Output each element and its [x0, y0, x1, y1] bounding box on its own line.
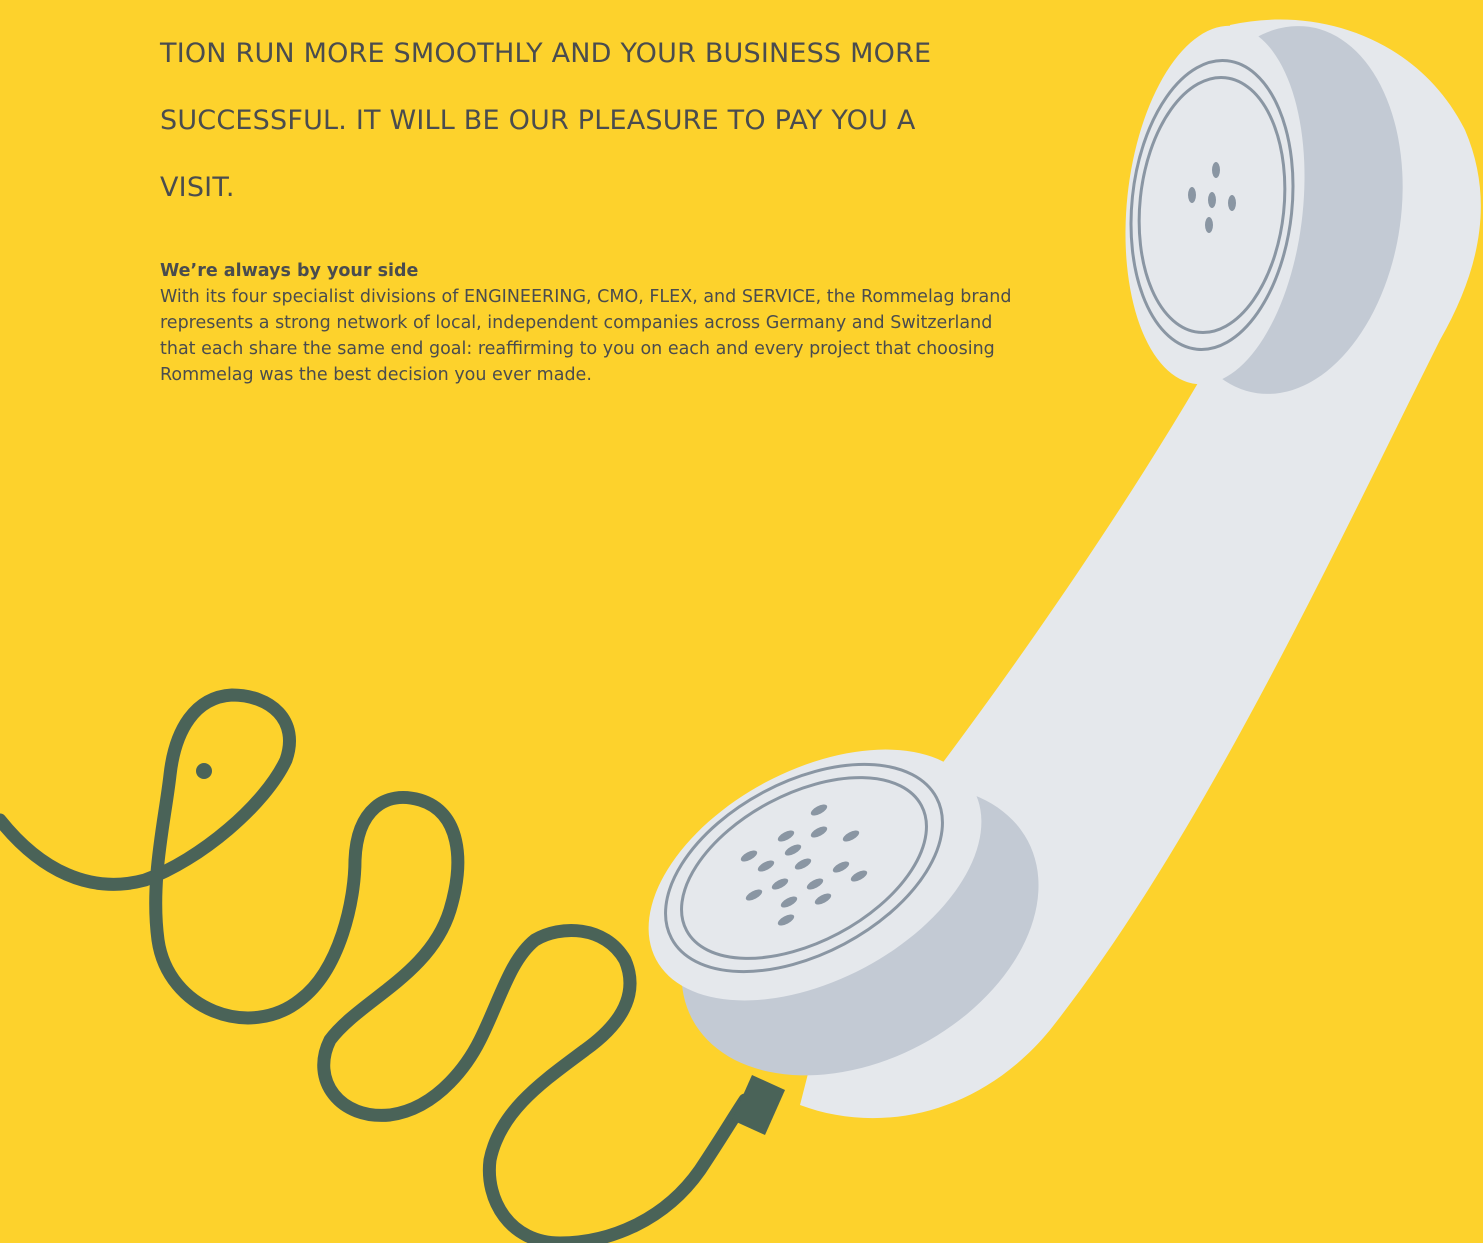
text-block: We’re always by your side With its four … — [160, 258, 1030, 388]
headline-line: VISIT. — [160, 172, 235, 203]
section-subheading: We’re always by your side — [160, 261, 419, 281]
cord-coil — [0, 688, 752, 1243]
page: TION RUN MORE SMOOTHLY AND YOUR BUSINESS… — [0, 0, 1483, 1243]
cord-plug — [732, 1075, 785, 1135]
headline-line: TION RUN MORE SMOOTHLY AND YOUR BUSINESS… — [160, 38, 932, 69]
cord-eyelet — [196, 763, 212, 779]
headline: TION RUN MORE SMOOTHLY AND YOUR BUSINESS… — [160, 20, 1040, 221]
section-body: With its four specialist divisions of EN… — [160, 287, 1012, 385]
headline-line: SUCCESSFUL. IT WILL BE OUR PLEASURE TO P… — [160, 105, 916, 136]
